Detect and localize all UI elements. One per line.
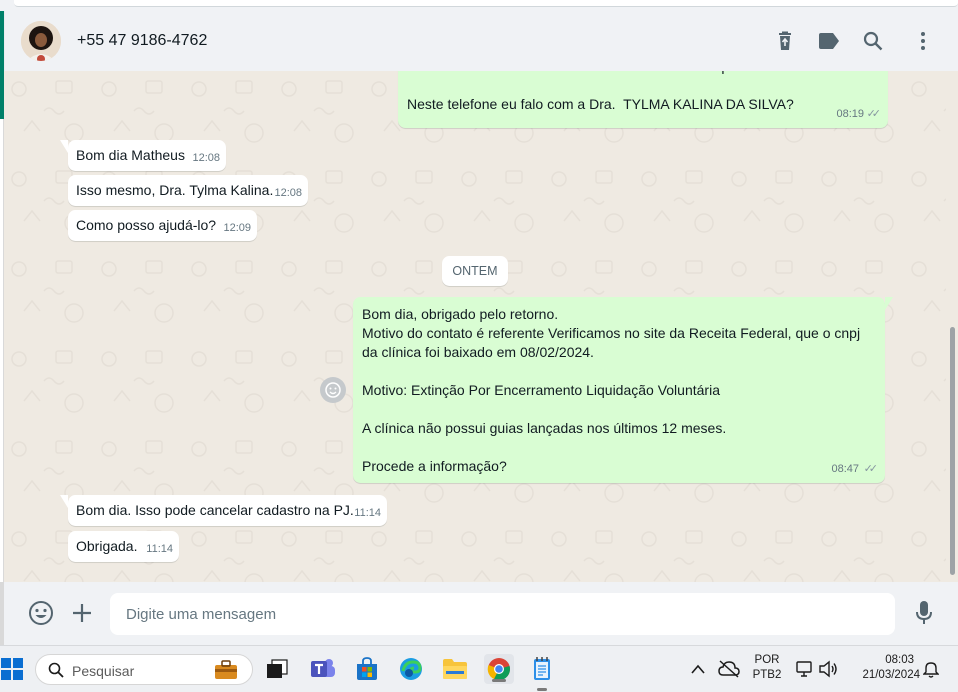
briefcase-icon bbox=[215, 660, 237, 679]
message-outgoing[interactable]: Bom dia, obrigado pelo retorno. Motivo d… bbox=[353, 297, 893, 483]
chrome-icon[interactable] bbox=[484, 654, 514, 684]
contact-name[interactable]: +55 47 9186-4762 bbox=[77, 32, 207, 50]
message-time: 12:08 bbox=[274, 187, 302, 199]
chat-scrollbar[interactable] bbox=[946, 71, 958, 582]
message-text: Obrigada. bbox=[76, 538, 138, 554]
attach-plus-icon[interactable] bbox=[68, 599, 96, 627]
message-text: Como posso ajudá-lo? bbox=[76, 217, 217, 233]
double-check-icon: ✓✓ bbox=[863, 463, 879, 475]
windows-taskbar: Pesquisar POR PTB2 08:03 21/03/2024 bbox=[0, 645, 958, 692]
message-text: Bom dia, obrigado pelo retorno. Motivo d… bbox=[362, 306, 861, 474]
scrollbar-thumb[interactable] bbox=[950, 327, 955, 575]
microphone-icon[interactable] bbox=[910, 599, 938, 627]
message-time: 12:08 bbox=[192, 152, 220, 164]
trash-icon[interactable] bbox=[773, 29, 797, 53]
app-running-indicator bbox=[537, 688, 547, 691]
bubble-tail bbox=[885, 297, 893, 310]
notepad-icon[interactable] bbox=[528, 655, 556, 683]
smiley-icon bbox=[325, 382, 341, 398]
windows-start-icon[interactable] bbox=[0, 655, 26, 683]
message-input[interactable] bbox=[110, 593, 895, 635]
contact-avatar[interactable] bbox=[21, 21, 61, 61]
file-explorer-icon[interactable] bbox=[441, 655, 469, 683]
menu-icon[interactable] bbox=[911, 29, 935, 53]
date-separator: ONTEM bbox=[442, 256, 508, 286]
message-time: 11:14 bbox=[146, 543, 173, 555]
message-text: Bom dia. Isso pode cancelar cadastro na … bbox=[76, 502, 354, 518]
volume-icon[interactable] bbox=[814, 655, 842, 683]
message-incoming[interactable]: Obrigada. 11:14 bbox=[68, 531, 179, 562]
notifications-bell-icon[interactable] bbox=[917, 655, 945, 683]
previous-panel-edge bbox=[14, 0, 958, 7]
chat-header: +55 47 9186-4762 bbox=[4, 11, 958, 71]
system-clock[interactable]: 08:03 21/03/2024 bbox=[850, 654, 920, 681]
double-check-icon: ✓✓ bbox=[866, 108, 882, 120]
clock-time: 08:03 bbox=[885, 654, 914, 666]
conversation-panel: Me chamo Matheus e falo em nome da Odont… bbox=[4, 71, 946, 582]
language-code: POR bbox=[754, 654, 780, 666]
chevron-up-icon[interactable] bbox=[684, 655, 712, 683]
window-top-strip bbox=[0, 0, 958, 11]
message-time: 11:14 bbox=[354, 507, 381, 519]
message-time: 08:19 bbox=[836, 108, 864, 120]
search-placeholder: Pesquisar bbox=[72, 663, 135, 679]
message-incoming[interactable]: Como posso ajudá-lo? 12:09 bbox=[68, 210, 257, 241]
message-text: Bom dia Matheus bbox=[76, 147, 185, 163]
bubble-tail bbox=[60, 140, 68, 153]
message-incoming[interactable]: Bom dia. Isso pode cancelar cadastro na … bbox=[60, 495, 387, 526]
message-outgoing[interactable]: Me chamo Matheus e falo em nome da Odont… bbox=[398, 71, 888, 128]
message-text: Isso mesmo, Dra. Tylma Kalina. bbox=[76, 182, 274, 198]
search-icon bbox=[48, 662, 64, 678]
taskbar-search[interactable]: Pesquisar bbox=[35, 654, 253, 685]
message-time: 08:47 bbox=[831, 463, 859, 475]
bubble-tail bbox=[60, 495, 68, 508]
message-incoming[interactable]: Isso mesmo, Dra. Tylma Kalina. 12:08 bbox=[68, 175, 308, 206]
emoji-react-button[interactable] bbox=[320, 377, 346, 403]
clock-date: 21/03/2024 bbox=[862, 669, 920, 681]
edge-icon[interactable] bbox=[397, 655, 425, 683]
message-incoming[interactable]: Bom dia Matheus 12:08 bbox=[60, 140, 226, 171]
microsoft-store-icon[interactable] bbox=[353, 655, 381, 683]
message-text: Me chamo Matheus e falo em nome da Odont… bbox=[407, 71, 869, 112]
composer-bar bbox=[4, 582, 958, 645]
search-icon[interactable] bbox=[861, 29, 885, 53]
message-time: 12:09 bbox=[223, 222, 251, 234]
language-indicator[interactable]: POR PTB2 bbox=[749, 654, 785, 681]
chat-list-edge bbox=[0, 119, 3, 582]
cloud-offline-icon[interactable] bbox=[715, 655, 743, 683]
keyboard-layout: PTB2 bbox=[752, 669, 782, 681]
emoji-icon[interactable] bbox=[27, 599, 55, 627]
teams-icon[interactable] bbox=[309, 655, 337, 683]
label-icon[interactable] bbox=[817, 29, 841, 53]
task-view-icon[interactable] bbox=[263, 655, 291, 683]
